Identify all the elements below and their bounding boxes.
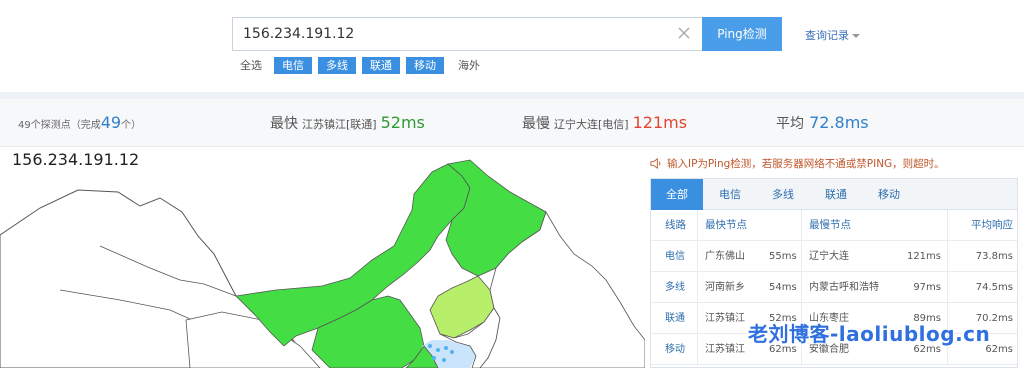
row-fast-node: 江苏镇江 bbox=[705, 344, 745, 355]
fastest-stat: 最快 江苏镇江[联通] 52ms bbox=[270, 99, 425, 149]
fastest-value: 52ms bbox=[380, 113, 425, 132]
line-filters: 全选 电信 多线 联通 移动 海外 bbox=[238, 56, 492, 74]
average-value: 72.8ms bbox=[809, 113, 869, 132]
history-dropdown[interactable]: 查询记录 bbox=[805, 27, 860, 43]
col-slowest: 最慢节点 bbox=[809, 219, 851, 231]
fastest-label: 最快 bbox=[270, 116, 298, 132]
probe-count-suffix: 个） bbox=[121, 120, 142, 131]
filter-telecom[interactable]: 电信 bbox=[274, 56, 312, 74]
row-slow-ms: 121ms bbox=[906, 251, 941, 262]
row-fast-node: 河南新乡 bbox=[705, 282, 745, 293]
row-fast-node: 广东佛山 bbox=[705, 251, 745, 262]
tab-all[interactable]: 全部 bbox=[651, 179, 703, 210]
row-fast-ms: 55ms bbox=[769, 251, 797, 262]
probe-count-prefix: 49个探测点（完成 bbox=[18, 120, 101, 131]
row-avg: 74.5ms bbox=[975, 282, 1013, 293]
tab-telecom[interactable]: 电信 bbox=[704, 179, 756, 210]
close-icon[interactable] bbox=[676, 25, 692, 41]
tab-mobile[interactable]: 移动 bbox=[863, 179, 915, 210]
table-row[interactable]: 多线 河南新乡 54ms 内蒙古呼和浩特 97ms 74.5ms bbox=[651, 272, 1017, 303]
row-fast-node: 江苏镇江 bbox=[705, 313, 745, 324]
filter-overseas[interactable]: 海外 bbox=[456, 57, 482, 74]
slowest-value: 121ms bbox=[632, 113, 688, 132]
table-header: 线路 最快节点 最慢节点 平均响应 bbox=[651, 210, 1017, 241]
filter-unicom[interactable]: 联通 bbox=[362, 56, 400, 74]
history-label: 查询记录 bbox=[805, 29, 849, 42]
filter-mobile[interactable]: 移动 bbox=[406, 56, 444, 74]
ip-title: 156.234.191.12 bbox=[12, 150, 140, 169]
slowest-location: 辽宁大连[电信] bbox=[554, 118, 629, 131]
col-line: 线路 bbox=[665, 219, 686, 231]
speaker-icon bbox=[650, 158, 661, 169]
search-header: Ping检测 查询记录 全选 电信 多线 联通 移动 海外 bbox=[0, 0, 1024, 92]
chevron-down-icon bbox=[852, 34, 860, 38]
tab-unicom[interactable]: 联通 bbox=[810, 179, 862, 210]
line-tabs: 全部 电信 多线 联通 移动 bbox=[651, 179, 1017, 210]
probe-count: 49个探测点（完成49个） bbox=[18, 99, 141, 150]
average-stat: 平均 72.8ms bbox=[776, 99, 869, 148]
ping-button[interactable]: Ping检测 bbox=[702, 17, 782, 51]
stats-bar: 49个探测点（完成49个） 最快 江苏镇江[联通] 52ms 最慢 辽宁大连[电信] 1… bbox=[0, 99, 1024, 147]
notice-text: 输入IP为Ping检测，若服务器网络不通或禁PING，则超时。 bbox=[667, 158, 945, 170]
search-box bbox=[232, 17, 702, 51]
slowest-stat: 最慢 辽宁大连[电信] 121ms bbox=[522, 99, 687, 149]
probe-count-done: 49 bbox=[100, 113, 122, 132]
row-fast-ms: 54ms bbox=[769, 282, 797, 293]
row-line: 联通 bbox=[665, 313, 685, 324]
slowest-label: 最慢 bbox=[522, 116, 550, 132]
col-fastest: 最快节点 bbox=[705, 219, 747, 231]
ip-input[interactable] bbox=[233, 18, 673, 50]
divider-band bbox=[0, 92, 1024, 99]
table-row[interactable]: 电信 广东佛山 55ms 辽宁大连 121ms 73.8ms bbox=[651, 241, 1017, 272]
row-slow-ms: 97ms bbox=[913, 282, 941, 293]
row-avg: 73.8ms bbox=[975, 251, 1013, 262]
filter-multiline[interactable]: 多线 bbox=[318, 56, 356, 74]
row-line: 移动 bbox=[665, 344, 685, 355]
row-line: 电信 bbox=[665, 251, 685, 262]
filter-select-all[interactable]: 全选 bbox=[238, 57, 264, 74]
watermark: 老刘博客-laoliublog.cn bbox=[748, 322, 991, 346]
row-slow-node: 内蒙古呼和浩特 bbox=[809, 282, 879, 293]
notice: 输入IP为Ping检测，若服务器网络不通或禁PING，则超时。 bbox=[650, 156, 945, 171]
col-average: 平均响应 bbox=[971, 219, 1013, 231]
china-ping-map bbox=[0, 159, 645, 368]
row-slow-node: 辽宁大连 bbox=[809, 251, 849, 262]
fastest-location: 江苏镇江[联通] bbox=[302, 118, 377, 131]
row-line: 多线 bbox=[665, 282, 685, 293]
average-label: 平均 bbox=[776, 116, 804, 132]
tab-multiline[interactable]: 多线 bbox=[757, 179, 809, 210]
